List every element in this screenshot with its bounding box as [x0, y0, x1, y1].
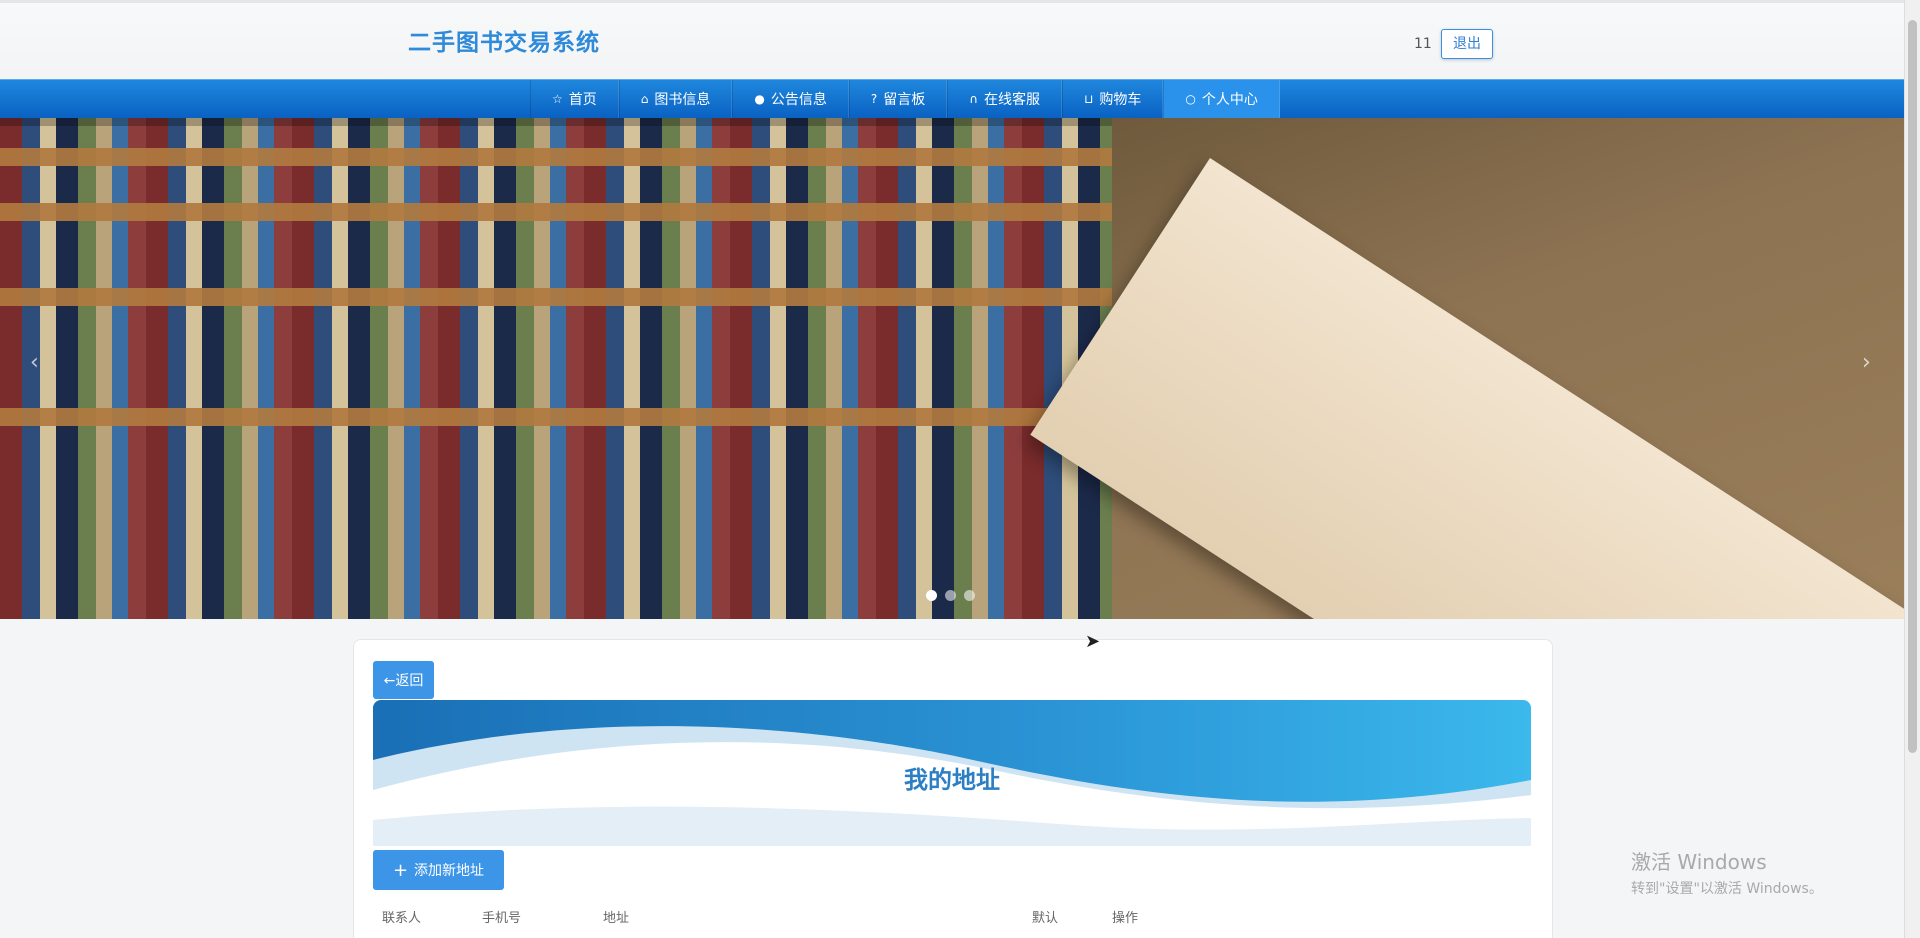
page-scrollbar[interactable] — [1904, 0, 1920, 938]
banner-carousel: ‹ › — [0, 118, 1904, 619]
main-nav: ☆ 首页 ⌂ 图书信息 ● 公告信息 ? 留言板 ∩ 在线客服 ⊔ 购物车 ○ … — [0, 79, 1904, 118]
shelf — [0, 203, 1112, 221]
headset-icon: ∩ — [969, 92, 979, 106]
username-label: 11 — [1414, 36, 1432, 52]
logout-button[interactable]: 退出 — [1441, 29, 1493, 59]
carousel-prev-icon[interactable]: ‹ — [30, 350, 39, 375]
nav-list: ☆ 首页 ⌂ 图书信息 ● 公告信息 ? 留言板 ∩ 在线客服 ⊔ 购物车 ○ … — [530, 80, 1280, 118]
page: 二手图书交易系统 11 退出 ☆ 首页 ⌂ 图书信息 ● 公告信息 ? 留言板 … — [0, 0, 1920, 938]
carousel-next-icon[interactable]: › — [1862, 350, 1871, 375]
title-banner: 我的地址 — [373, 700, 1531, 846]
nav-item-label: 在线客服 — [984, 92, 1041, 108]
back-button[interactable]: ←返回 — [373, 661, 434, 699]
carousel-dot[interactable] — [945, 590, 956, 601]
plus-icon: + — [392, 859, 409, 881]
nav-item-home[interactable]: ☆ 首页 — [530, 80, 619, 118]
nav-item-cart[interactable]: ⊔ 购物车 — [1062, 80, 1164, 118]
column-header-contact: 联系人 — [382, 911, 422, 926]
carousel-dot[interactable] — [926, 590, 937, 601]
alert-icon: ● — [754, 92, 765, 106]
question-icon: ? — [870, 92, 878, 106]
scrollbar-thumb[interactable] — [1908, 20, 1917, 753]
star-icon: ☆ — [552, 92, 563, 106]
nav-item-label: 个人中心 — [1201, 92, 1258, 108]
column-header-address: 地址 — [603, 911, 630, 926]
nav-item-label: 留言板 — [883, 92, 926, 108]
watermark-line2: 转到"设置"以激活 Windows。 — [1631, 881, 1823, 897]
site-title: 二手图书交易系统 — [408, 30, 600, 56]
nav-item-books[interactable]: ⌂ 图书信息 — [618, 80, 733, 118]
watermark-line1: 激活 Windows — [1631, 850, 1767, 874]
nav-item-support[interactable]: ∩ 在线客服 — [947, 80, 1063, 118]
nav-item-label: 购物车 — [1099, 92, 1142, 108]
nav-item-message-board[interactable]: ? 留言板 — [848, 80, 948, 118]
shelf — [0, 288, 1112, 306]
add-address-button[interactable]: + 添加新地址 — [373, 850, 504, 890]
top-header: 二手图书交易系统 11 退出 — [0, 0, 1904, 79]
nav-item-label: 公告信息 — [770, 92, 827, 108]
shelf — [0, 408, 1112, 426]
nav-item-label: 图书信息 — [654, 92, 711, 108]
carousel-dot[interactable] — [964, 590, 975, 601]
column-header-default: 默认 — [1032, 911, 1059, 926]
column-header-phone: 手机号 — [482, 911, 522, 926]
mouse-cursor-icon: ➤ — [1085, 631, 1101, 652]
windows-activation-watermark: 激活 Windows 转到"设置"以激活 Windows。 — [1631, 846, 1823, 898]
nav-item-announcements[interactable]: ● 公告信息 — [732, 80, 849, 118]
bag-icon: ⌂ — [640, 92, 649, 106]
shelf-shadow — [0, 118, 1112, 126]
carousel-indicators — [926, 590, 975, 601]
nav-item-profile[interactable]: ○ 个人中心 — [1163, 80, 1280, 118]
page-title: 我的地址 — [904, 766, 1000, 794]
add-address-label: 添加新地址 — [414, 863, 485, 879]
user-icon: ○ — [1185, 92, 1196, 106]
column-header-actions: 操作 — [1112, 911, 1139, 926]
cart-icon: ⊔ — [1084, 92, 1094, 106]
shelf — [0, 148, 1112, 166]
banner-image-bookshelf — [0, 118, 1112, 619]
address-table-header: 联系人 手机号 地址 默认 操作 — [373, 900, 1531, 938]
nav-item-label: 首页 — [568, 92, 597, 108]
